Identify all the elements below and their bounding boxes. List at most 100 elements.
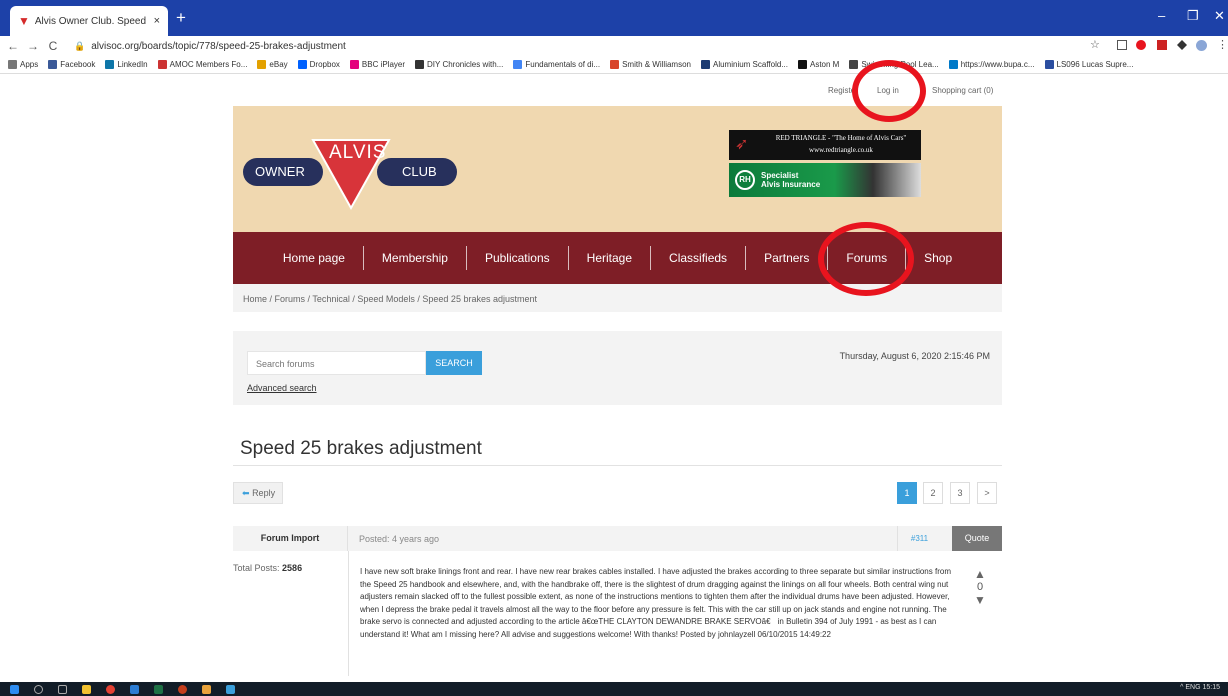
bookmark-favicon-icon xyxy=(513,60,523,69)
bookmark-item[interactable]: Smith & Williamson xyxy=(610,60,691,69)
close-window-button[interactable]: ✕ xyxy=(1214,8,1225,24)
bookmark-favicon-icon xyxy=(157,60,167,69)
bookmark-favicon-icon xyxy=(415,60,425,69)
author-total-posts: Total Posts: 2586 xyxy=(233,563,302,573)
bookmark-label: Smith & Williamson xyxy=(622,60,691,69)
address-bar-row: ← → C 🔒 alvisoc.org/boards/topic/778/spe… xyxy=(0,36,1228,56)
nav-item-heritage[interactable]: Heritage xyxy=(569,246,652,270)
post-date: Posted: 4 years ago xyxy=(359,534,440,544)
alvis-favicon-icon: ▼ xyxy=(18,14,30,28)
lock-icon: 🔒 xyxy=(74,40,86,51)
tab-close-icon[interactable]: × xyxy=(154,15,160,27)
login-link[interactable]: Log in xyxy=(877,86,899,95)
upvote-arrow-icon[interactable]: ▲ xyxy=(969,568,991,580)
puzzle-icon[interactable] xyxy=(1177,40,1187,50)
bookmark-item[interactable]: eBay xyxy=(257,60,288,69)
downvote-arrow-icon[interactable]: ▼ xyxy=(969,594,991,606)
task-view-icon[interactable] xyxy=(58,685,67,694)
alvis-owner-club-logo[interactable]: OWNER ALVIS CLUB xyxy=(241,132,461,212)
post-header: Forum Import Posted: 4 years ago #311 Qu… xyxy=(233,526,1002,551)
pdf-extension-icon[interactable] xyxy=(1157,40,1167,50)
post-author[interactable]: Forum Import xyxy=(233,526,348,551)
insurance-banner[interactable]: RH Specialist Alvis Insurance xyxy=(729,163,921,197)
rh-badge: RH xyxy=(735,170,755,190)
nav-item-membership[interactable]: Membership xyxy=(364,246,467,270)
system-tray[interactable]: ^ ENG 15:15 xyxy=(1180,684,1220,691)
bookmark-item[interactable]: LinkedIn xyxy=(105,60,148,69)
total-posts-label: Total Posts: xyxy=(233,563,280,573)
bookmark-item[interactable]: Fundamentals of di... xyxy=(513,60,600,69)
bookmark-star-icon[interactable]: ☆ xyxy=(1090,38,1100,51)
bookmark-item[interactable]: Apps xyxy=(8,60,38,69)
red-triangle-icon: ➶ xyxy=(735,136,749,153)
bookmark-item[interactable]: Facebook xyxy=(48,60,95,69)
file-explorer-icon[interactable] xyxy=(82,685,91,694)
quote-button[interactable]: Quote xyxy=(952,526,1002,551)
bookmark-favicon-icon xyxy=(105,60,115,69)
post-number-link[interactable]: #311 xyxy=(897,526,941,551)
windows-start-icon[interactable] xyxy=(10,685,19,694)
outlook-taskbar-icon[interactable] xyxy=(130,685,139,694)
minimize-button[interactable]: – xyxy=(1158,8,1165,23)
bookmark-favicon-icon xyxy=(8,60,17,69)
current-datetime: Thursday, August 6, 2020 2:15:46 PM xyxy=(839,351,990,361)
bookmark-item[interactable]: Dropbox xyxy=(297,60,340,69)
nav-item-home-page[interactable]: Home page xyxy=(265,246,364,270)
app-taskbar-icon[interactable] xyxy=(202,685,211,694)
page-3-button[interactable]: 3 xyxy=(950,482,970,504)
shopping-cart-link[interactable]: Shopping cart (0) xyxy=(932,86,993,95)
profile-avatar[interactable] xyxy=(1196,40,1207,51)
bookmarks-bar: Apps Facebook LinkedIn AMOC Members Fo... eB… xyxy=(0,56,1228,74)
insurance-line1: Specialist xyxy=(761,171,799,180)
bookmark-item[interactable]: Swimming Pool Lea... xyxy=(849,60,939,69)
bookmark-item[interactable]: BBC iPlayer xyxy=(349,60,405,69)
search-icon[interactable] xyxy=(34,685,43,694)
active-app-taskbar-icon[interactable] xyxy=(226,685,235,694)
search-input[interactable]: Search forums xyxy=(247,351,426,375)
menu-kebab-icon[interactable]: ⋮ xyxy=(1217,38,1228,51)
bookmark-item[interactable]: https://www.bupa.c... xyxy=(948,60,1035,69)
breadcrumb[interactable]: Home / Forums / Technical / Speed Models… xyxy=(233,284,1002,312)
nav-item-publications[interactable]: Publications xyxy=(467,246,569,270)
reply-button[interactable]: ⬅ Reply xyxy=(233,482,283,504)
red-triangle-banner[interactable]: ➶ RED TRIANGLE - "The Home of Alvis Cars… xyxy=(729,130,921,160)
next-page-button[interactable]: > xyxy=(977,482,997,504)
nav-item-forums[interactable]: Forums xyxy=(828,246,907,270)
forward-arrow-icon[interactable]: → xyxy=(26,39,40,53)
reply-label: Reply xyxy=(252,488,276,498)
bookmark-item[interactable]: Aston M xyxy=(797,60,839,69)
extension-icon[interactable] xyxy=(1117,40,1127,50)
nav-item-partners[interactable]: Partners xyxy=(746,246,829,270)
opera-extension-icon[interactable] xyxy=(1136,40,1146,50)
bookmark-label: Dropbox xyxy=(309,60,340,69)
bookmark-item[interactable]: AMOC Members Fo... xyxy=(157,60,247,69)
bookmark-item[interactable]: LS096 Lucas Supre... xyxy=(1044,60,1133,69)
bookmark-label: DIY Chronicles with... xyxy=(427,60,504,69)
bookmark-item[interactable]: Aluminium Scaffold... xyxy=(700,60,788,69)
back-arrow-icon[interactable]: ← xyxy=(6,39,20,53)
bookmark-label: Aluminium Scaffold... xyxy=(712,60,788,69)
bookmark-item[interactable]: DIY Chronicles with... xyxy=(415,60,503,69)
bookmark-favicon-icon xyxy=(1044,60,1054,69)
page-2-button[interactable]: 2 xyxy=(923,482,943,504)
nav-item-shop[interactable]: Shop xyxy=(906,246,970,270)
excel-taskbar-icon[interactable] xyxy=(154,685,163,694)
logo-owner-text: OWNER xyxy=(255,164,305,179)
nav-item-classifieds[interactable]: Classifieds xyxy=(651,246,747,270)
advanced-search-link[interactable]: Advanced search xyxy=(247,383,317,393)
vote-widget: ▲ 0 ▼ xyxy=(969,568,991,606)
chrome-taskbar-icon[interactable] xyxy=(106,685,115,694)
restore-button[interactable]: ❐ xyxy=(1187,8,1199,24)
post-text: I have new soft brake linings front and … xyxy=(360,567,951,639)
reload-icon[interactable]: C xyxy=(46,39,60,53)
bookmark-favicon-icon xyxy=(797,60,807,69)
browser-title-bar: ▼ Alvis Owner Club. Speed 25 brak × + – … xyxy=(0,0,1228,36)
bookmark-label: Apps xyxy=(20,60,39,69)
page-1-button[interactable]: 1 xyxy=(897,482,917,504)
new-tab-button[interactable]: + xyxy=(176,9,186,26)
register-link[interactable]: Registe xyxy=(828,86,855,95)
search-button[interactable]: SEARCH xyxy=(426,351,482,375)
browser-tab[interactable]: ▼ Alvis Owner Club. Speed 25 brak × xyxy=(10,6,168,36)
url-field[interactable]: 🔒 alvisoc.org/boards/topic/778/speed-25-… xyxy=(74,41,346,52)
opera-taskbar-icon[interactable] xyxy=(178,685,187,694)
